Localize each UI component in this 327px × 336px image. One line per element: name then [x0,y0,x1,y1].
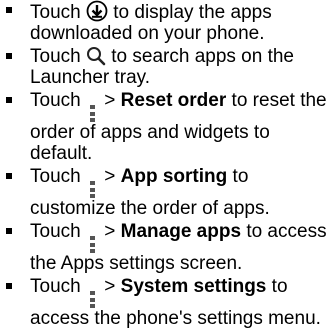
download-circle-icon [86,0,108,22]
bullet-marker [6,228,12,234]
instruction-document: Touch to display the apps downloaded on … [0,0,327,336]
bullet-marker [6,173,12,179]
item-pre-text: Touch [30,166,81,187]
item-pre-text: Touch [30,46,81,67]
item-separator: > [104,90,116,111]
list-item: Touch > System settings to access the ph… [0,276,327,329]
search-icon [86,46,106,66]
item-bold-label: App sorting [120,166,228,187]
bullet-marker [6,7,12,13]
item-bold-label: System settings [120,276,267,297]
bullet-marker [6,53,12,59]
item-pre-text: Touch [30,2,81,23]
menu-dots-icon [89,291,95,308]
item-separator: > [104,166,116,187]
menu-dots-icon [89,105,95,122]
item-pre-text: Touch [30,276,81,297]
item-bold-label: Manage apps [120,221,242,242]
list-item: Touch to display the apps downloaded on … [0,0,327,44]
menu-dots-icon [89,181,95,198]
instruction-list: Touch to display the apps downloaded on … [0,0,327,329]
item-separator: > [104,276,116,297]
bullet-marker [6,283,12,289]
list-item: Touch > App sorting to customize the ord… [0,166,327,219]
list-item: Touch > Reset order to reset the order o… [0,90,327,164]
bullet-marker [6,97,12,103]
item-pre-text: Touch [30,221,81,242]
item-separator: > [104,221,116,242]
menu-dots-icon [89,236,95,253]
item-bold-label: Reset order [120,90,227,111]
list-item: Touch > Manage apps to access the Apps s… [0,221,327,274]
item-pre-text: Touch [30,90,81,111]
list-item: Touch to search apps on the Launcher tra… [0,46,327,88]
